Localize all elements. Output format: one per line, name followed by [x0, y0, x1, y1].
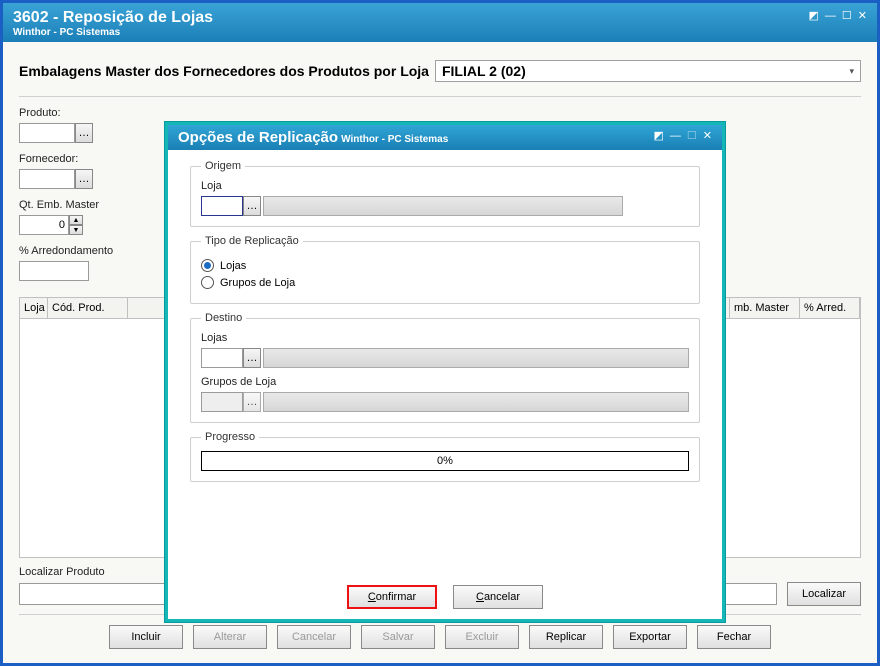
origem-group: Origem Loja …: [190, 160, 700, 227]
spin-down-button[interactable]: ▼: [69, 225, 83, 235]
tipo-legend: Tipo de Replicação: [201, 235, 303, 247]
main-window: 3602 - Reposição de Lojas Winthor - PC S…: [2, 2, 878, 664]
origem-loja-lookup-button[interactable]: …: [243, 196, 261, 216]
produto-lookup-button[interactable]: …: [75, 123, 93, 143]
destino-lojas-lookup-button[interactable]: …: [243, 348, 261, 368]
excluir-button[interactable]: Excluir: [445, 625, 519, 649]
grid-col-embmaster[interactable]: mb. Master: [730, 298, 800, 318]
destino-grupos-display: [263, 392, 689, 412]
localizar-button[interactable]: Localizar: [787, 582, 861, 606]
radio-lojas-icon: [201, 259, 214, 272]
qt-emb-input[interactable]: [19, 215, 69, 235]
destino-grupos-input: [201, 392, 243, 412]
produto-label: Produto:: [19, 107, 179, 119]
grid-col-loja[interactable]: Loja: [20, 298, 48, 318]
tipo-group: Tipo de Replicação Lojas Grupos de Loja: [190, 235, 700, 304]
progress-bar: 0%: [201, 451, 689, 471]
restore-icon[interactable]: ◩: [809, 9, 819, 22]
replicacao-modal: Opções de Replicação Winthor - PC Sistem…: [165, 122, 725, 622]
alterar-button[interactable]: Alterar: [193, 625, 267, 649]
destino-grupos-label: Grupos de Loja: [201, 376, 689, 388]
progresso-legend: Progresso: [201, 431, 259, 443]
main-subtitle: Winthor - PC Sistemas: [13, 27, 213, 38]
main-title: 3602 - Reposição de Lojas: [13, 9, 213, 27]
radio-lojas[interactable]: Lojas: [201, 259, 689, 272]
page-header-label: Embalagens Master dos Fornecedores dos P…: [19, 63, 429, 79]
destino-legend: Destino: [201, 312, 246, 324]
modal-titlebar: Opções de Replicação Winthor - PC Sistem…: [168, 125, 722, 150]
loja-select-value: FILIAL 2 (02): [442, 63, 526, 79]
produto-input[interactable]: [19, 123, 75, 143]
qt-emb-label: Qt. Emb. Master: [19, 199, 179, 211]
modal-maximize-icon: ☐: [687, 129, 697, 142]
confirmar-button[interactable]: Confirmar: [347, 585, 437, 609]
fornecedor-input[interactable]: [19, 169, 75, 189]
incluir-button[interactable]: Incluir: [109, 625, 183, 649]
modal-restore-icon[interactable]: ◩: [654, 129, 664, 142]
destino-grupos-lookup-button: …: [243, 392, 261, 412]
main-titlebar: 3602 - Reposição de Lojas Winthor - PC S…: [3, 3, 877, 42]
progress-value: 0%: [437, 455, 453, 467]
grid-col-arred[interactable]: % Arred.: [800, 298, 860, 318]
radio-grupos-label: Grupos de Loja: [220, 277, 295, 289]
origem-legend: Origem: [201, 160, 245, 172]
radio-grupos[interactable]: Grupos de Loja: [201, 276, 689, 289]
arred-label: % Arredondamento: [19, 245, 179, 257]
radio-grupos-icon: [201, 276, 214, 289]
progresso-group: Progresso 0%: [190, 431, 700, 482]
exportar-button[interactable]: Exportar: [613, 625, 687, 649]
modal-cancelar-button[interactable]: Cancelar: [453, 585, 543, 609]
chevron-down-icon: ▾: [849, 66, 854, 77]
origem-loja-input[interactable]: [201, 196, 243, 216]
grid-col-codprod[interactable]: Cód. Prod.: [48, 298, 128, 318]
fechar-button[interactable]: Fechar: [697, 625, 771, 649]
modal-title: Opções de Replicação: [178, 129, 338, 146]
origem-loja-display: [263, 196, 623, 216]
modal-close-icon[interactable]: ✕: [703, 129, 712, 142]
destino-group: Destino Lojas … Grupos de Loja …: [190, 312, 700, 423]
close-icon[interactable]: ✕: [858, 9, 867, 22]
fornecedor-label: Fornecedor:: [19, 153, 179, 165]
modal-subtitle: Winthor - PC Sistemas: [341, 134, 448, 145]
replicar-button[interactable]: Replicar: [529, 625, 603, 649]
minimize-icon[interactable]: —: [825, 10, 836, 22]
radio-lojas-label: Lojas: [220, 260, 246, 272]
cancelar-button[interactable]: Cancelar: [277, 625, 351, 649]
origem-loja-label: Loja: [201, 180, 689, 192]
salvar-button[interactable]: Salvar: [361, 625, 435, 649]
destino-lojas-input[interactable]: [201, 348, 243, 368]
fornecedor-lookup-button[interactable]: …: [75, 169, 93, 189]
loja-select[interactable]: FILIAL 2 (02) ▾: [435, 60, 861, 82]
maximize-icon[interactable]: ☐: [842, 9, 852, 22]
arred-input[interactable]: [19, 261, 89, 281]
destino-lojas-label: Lojas: [201, 332, 689, 344]
destino-lojas-display: [263, 348, 689, 368]
modal-minimize-icon[interactable]: —: [670, 130, 681, 142]
spin-up-button[interactable]: ▲: [69, 215, 83, 225]
